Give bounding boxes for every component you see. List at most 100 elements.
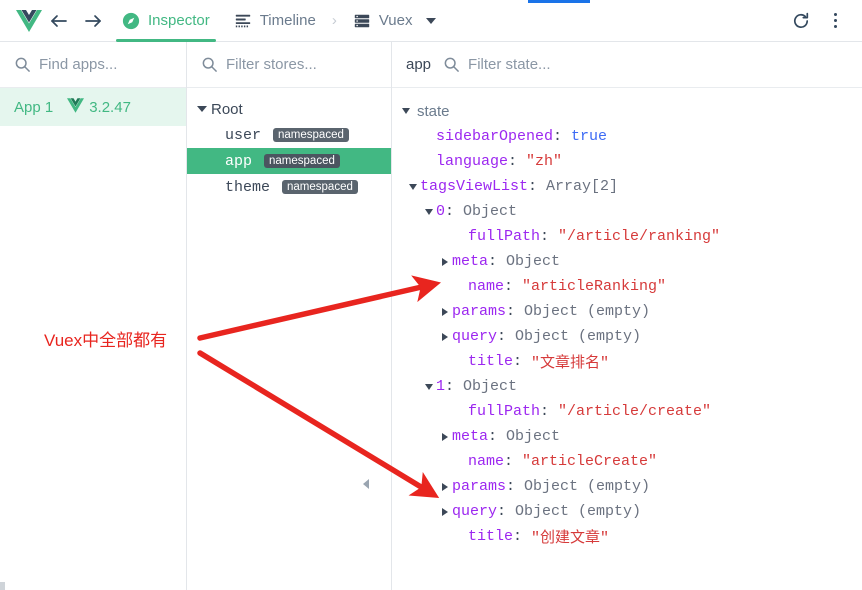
vue-logo-icon [16,9,42,32]
store-module-theme[interactable]: theme namespaced [187,174,391,200]
state-line[interactable]: query: Object (empty) [392,499,862,524]
state-value: "创建文章" [531,530,610,547]
state-key: tagsViewList [420,178,529,195]
tab-vuex-label: Vuex [378,12,413,29]
state-value: "文章排名" [531,355,610,372]
chevron-right-icon[interactable] [438,307,452,316]
pane-collapse-handle-icon[interactable] [363,479,369,489]
back-button[interactable] [42,4,76,38]
store-module-app[interactable]: app namespaced [187,148,391,174]
store-module-user[interactable]: user namespaced [187,122,391,148]
state-separator: : [513,353,532,370]
panes-container: App 1 3.2.47 [0,42,862,590]
state-key: fullPath [468,228,541,245]
refresh-button[interactable] [784,4,818,38]
state-key: query [452,503,498,520]
state-line[interactable]: fullPath: "/article/ranking" [392,224,862,249]
chevron-right-icon[interactable] [438,332,452,341]
state-section-label: state [417,102,450,120]
vertical-scrollbar[interactable] [0,582,5,590]
state-separator: : [513,528,532,545]
state-line[interactable]: name: "articleCreate" [392,449,862,474]
tab-inspector-label: Inspector [148,12,210,29]
more-options-button[interactable] [818,4,852,38]
state-line[interactable]: params: Object (empty) [392,474,862,499]
state-key: name [468,278,505,295]
state-separator: : [488,253,507,270]
state-section-header[interactable]: state [392,98,862,124]
tab-vuex[interactable]: Vuex [341,0,449,42]
state-separator: : [540,403,559,420]
app-version-label: 3.2.47 [89,98,131,116]
state-separator: : [506,303,525,320]
state-key: 1 [436,378,446,395]
state-line[interactable]: query: Object (empty) [392,324,862,349]
state-separator: : [506,478,525,495]
state-value: "/article/ranking" [558,228,721,245]
filter-state-input[interactable] [468,42,854,87]
store-module-label: theme [225,178,271,196]
search-icon [443,56,460,73]
compass-icon [122,12,140,30]
chevron-down-icon[interactable] [422,383,436,390]
chevron-right-icon[interactable] [438,507,452,516]
state-line[interactable]: tagsViewList: Array[2] [392,174,862,199]
state-line[interactable]: title: "创建文章" [392,524,862,549]
state-line[interactable]: name: "articleRanking" [392,274,862,299]
store-module-label: user [225,126,262,144]
state-line[interactable]: 1: Object [392,374,862,399]
state-key: fullPath [468,403,541,420]
apps-pane: App 1 3.2.47 [0,42,238,590]
store-module-label: app [225,152,253,170]
namespaced-badge: namespaced [264,154,340,168]
state-line[interactable]: fullPath: "/article/create" [392,399,862,424]
stores-pane: Root user namespaced app namespaced them… [187,42,425,590]
state-value: true [571,128,608,145]
timeline-icon [234,12,252,30]
forward-button[interactable] [76,4,110,38]
state-line[interactable]: meta: Object [392,249,862,274]
state-value: "/article/create" [558,403,712,420]
namespaced-badge: namespaced [273,128,349,142]
state-tree: state sidebarOpened: true language: "zh" t… [392,88,862,549]
more-vertical-icon [833,13,837,28]
state-line[interactable]: 0: Object [392,199,862,224]
state-line[interactable]: params: Object (empty) [392,299,862,324]
namespaced-badge: namespaced [282,180,358,194]
app-name-label: App 1 [14,98,54,116]
state-value: "zh" [526,153,563,170]
chevron-right-icon[interactable] [438,432,452,441]
state-separator: : [540,228,559,245]
tab-timeline[interactable]: Timeline [222,0,328,42]
store-root-label: Root [211,100,243,118]
state-key: params [452,478,507,495]
store-tree-root[interactable]: Root [187,96,391,122]
breadcrumb-separator-icon: › [331,12,337,29]
chevron-down-icon[interactable] [426,17,437,24]
store-list-icon [353,12,371,30]
chevron-down-icon[interactable] [197,106,207,112]
state-key: params [452,303,507,320]
chevron-right-icon[interactable] [438,482,452,491]
state-key: title [468,353,514,370]
app-list-item-app-1[interactable]: App 1 3.2.47 [0,88,186,126]
state-line[interactable]: language: "zh" [392,149,862,174]
chevron-down-icon[interactable] [422,208,436,215]
state-value: Object (empty) [524,478,651,495]
state-value: Object [463,203,518,220]
state-line[interactable]: meta: Object [392,424,862,449]
chevron-down-icon[interactable] [406,183,420,190]
active-tab-top-marker [528,0,590,3]
state-separator: : [553,128,572,145]
chevron-down-icon[interactable] [402,108,410,114]
tab-inspector[interactable]: Inspector [110,0,222,42]
search-icon [201,56,218,73]
state-value: Object (empty) [515,328,642,345]
state-key: title [468,528,514,545]
state-key: meta [452,428,489,445]
state-separator: : [508,153,527,170]
chevron-right-icon[interactable] [438,257,452,266]
state-line[interactable]: title: "文章排名" [392,349,862,374]
vue-devtools-window: Inspector Timeline › Vuex Find apps... A… [0,0,862,590]
state-line[interactable]: sidebarOpened: true [392,124,862,149]
